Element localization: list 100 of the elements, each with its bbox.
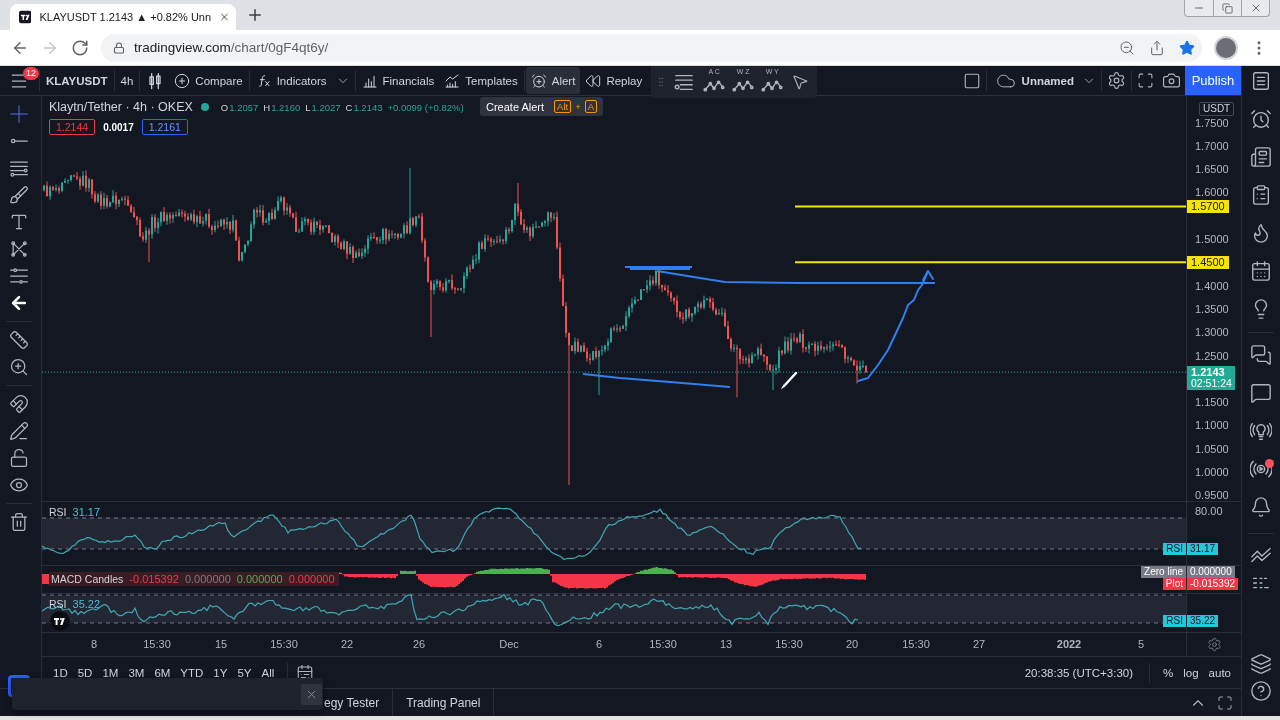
pencil-icon[interactable] [9,420,29,441]
trash-icon[interactable] [9,511,29,532]
new-tab-icon[interactable] [246,6,264,24]
indicator-tag-label: Plot [1162,578,1186,590]
replay-button[interactable]: Replay [580,67,648,94]
radiating-lightbulb-icon[interactable] [1250,420,1272,442]
currency-label[interactable]: USDT [1199,102,1235,116]
symbol-title: Klaytn/Tether · 4h · OKEX [49,100,193,114]
alarm-clock-icon[interactable] [1250,108,1272,130]
publish-button[interactable]: Publish [1185,66,1241,95]
scale-option-button[interactable]: % [1158,660,1179,685]
alert-button[interactable]: Alert [525,67,581,94]
compare-button[interactable]: Compare [169,67,248,94]
price-tick: 1.2500 [1195,349,1229,362]
symbol-button[interactable]: KLAYUSDT [41,67,113,94]
range-button[interactable]: 3M [123,660,150,685]
interval-button[interactable]: 4h [115,67,139,94]
price-tick: 1.1500 [1195,396,1229,409]
time-tick: 6 [595,638,603,650]
browser-tab[interactable]: KLAYUSDT 1.2143 ▲ +0.82% Unn [10,4,236,30]
ohlc-value: 1.2143 [353,101,383,113]
price-tick: 1.1000 [1195,419,1229,432]
node-pattern-icon[interactable] [9,238,29,259]
price-change: +0.0099 (+0.82%) [387,101,464,113]
lines-with-dots-icon[interactable] [9,265,29,286]
camera-icon[interactable] [1162,71,1181,90]
price-tick: 1.0000 [1195,466,1229,478]
indicator-name: RSI [49,506,67,518]
clipboard-icon[interactable] [1250,184,1272,206]
tooltip-text: Create Alert [486,100,545,113]
time-tick: Dec [499,638,519,650]
price-tick: 1.7000 [1195,139,1229,152]
plus-circle-icon [174,72,191,89]
range-button[interactable]: 5D [72,660,98,685]
range-button[interactable]: All [256,660,280,685]
ohlc-value: 1.2027 [311,101,341,113]
scale-option-button[interactable]: auto [1203,660,1236,685]
help-icon[interactable] [1250,679,1272,702]
price-tick: 1.4000 [1195,279,1229,292]
brush-icon[interactable] [9,184,29,205]
time-tick: 8 [90,638,98,650]
ask-price[interactable]: 1.2161 [141,119,188,135]
layers-icon[interactable] [1250,652,1272,675]
range-button[interactable]: 5Y [232,660,257,685]
range-button[interactable]: YTD [175,660,209,685]
indicator-tag-value: -0.015392 [1187,578,1239,590]
magnet-icon[interactable] [9,393,29,414]
broadcast-icon[interactable] [1250,458,1272,480]
newspaper-icon[interactable] [1250,146,1272,168]
time-tick: 13 [719,638,733,650]
zoom-out-icon[interactable] [1119,39,1135,56]
indicators-button[interactable]: Indicators [250,67,332,94]
bid-price[interactable]: 1.2144 [49,119,96,135]
range-button[interactable]: 6M [149,660,176,685]
restore-icon[interactable] [1222,2,1233,14]
logo-icon[interactable] [50,611,70,631]
share-icon[interactable] [1149,39,1165,56]
reload-icon[interactable] [71,38,89,57]
zoom-in-icon[interactable] [9,356,29,377]
settings-icon[interactable] [1107,71,1126,90]
address-bar[interactable]: tradingview.com/chart/0gF4qt6y/ [101,33,1202,62]
scale-option-button[interactable]: log [1178,660,1204,685]
fullscreen-icon[interactable] [1137,72,1154,89]
ruler-icon[interactable] [9,329,29,350]
indicator-name: MACD Candles [51,573,124,585]
time-tick: 5 [1137,638,1145,650]
tab-title: KLAYUSDT 1.2143 ▲ +0.82% Unn [39,11,212,23]
calendar-icon[interactable] [1250,260,1272,282]
range-button[interactable]: 1M [97,660,124,685]
time-tick: 20 [845,638,859,650]
templates-button[interactable]: Templates [439,67,523,94]
list-icon[interactable] [1250,70,1272,92]
price-tick: 1.6500 [1195,163,1229,176]
shortcut-joiner: + [575,101,581,112]
indicator-tag-label: Zero line [1141,566,1186,578]
layout-button[interactable]: Unnamed [987,66,1078,95]
avatar-icon[interactable] [1214,35,1238,60]
time-tick: 22 [340,638,354,650]
price-tick: 1.5000 [1195,233,1229,245]
bookmark-star-icon[interactable] [1179,39,1195,56]
cursor-icon[interactable] [791,73,810,91]
time-tick: 15:30 [270,638,298,650]
price-label: 1.5700 [1187,199,1229,213]
time-tick: 15:30 [902,638,930,650]
ohlc-label: L [305,101,311,113]
price-tick: 1.7500 [1195,116,1229,129]
scale-tick: 80.00 [1195,505,1223,517]
url-text: tradingview.com/chart/0gF4qt6y/ [134,40,329,55]
spread-value: 0.0017 [103,121,134,133]
price-tick: 1.3000 [1195,326,1229,339]
maximize-icon[interactable] [1217,694,1233,711]
unlocked-icon[interactable] [9,447,29,468]
range-button[interactable]: 1Y [208,660,233,685]
range-button[interactable]: 1D [48,660,73,685]
bell-icon[interactable] [1250,496,1272,518]
financials-button[interactable]: Financials [356,67,440,94]
rectangle-icon[interactable] [962,71,981,90]
close-button[interactable] [301,683,322,705]
chat-bubbles-icon[interactable] [1250,344,1272,366]
chat-bubble-icon[interactable] [1250,382,1272,404]
